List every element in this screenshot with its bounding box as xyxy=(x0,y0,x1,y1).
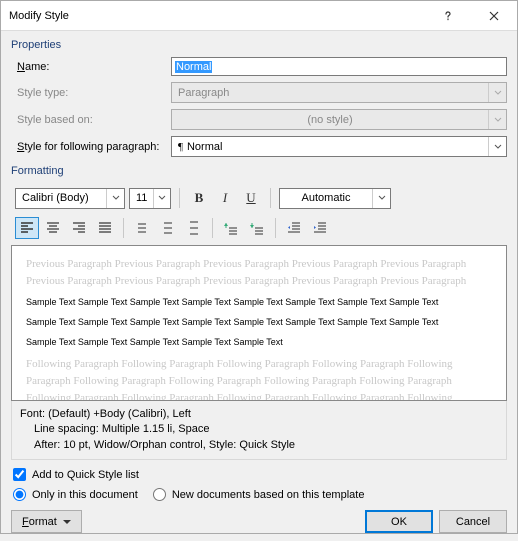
style-type-combo: Paragraph xyxy=(171,82,507,103)
style-description: Font: (Default) +Body (Calibri), Left Li… xyxy=(11,401,507,460)
name-input[interactable]: Normal xyxy=(171,57,507,76)
bold-button[interactable]: B xyxy=(188,187,210,209)
align-right-button[interactable] xyxy=(67,217,91,239)
following-label: Style for following paragraph: xyxy=(11,141,171,153)
line-spacing-15-button[interactable] xyxy=(156,217,180,239)
align-justify-button[interactable] xyxy=(93,217,117,239)
chevron-down-icon[interactable] xyxy=(153,189,170,208)
sample-line: Sample Text Sample Text Sample Text Samp… xyxy=(26,296,492,310)
space-before-inc-button[interactable] xyxy=(219,217,243,239)
indent-decrease-button[interactable] xyxy=(282,217,306,239)
add-quick-style-checkbox[interactable]: Add to Quick Style list xyxy=(13,468,139,481)
based-on-label: Style based on: xyxy=(11,114,171,126)
line-spacing-2-button[interactable] xyxy=(182,217,206,239)
ghost-prev: Previous Paragraph Previous Paragraph Pr… xyxy=(26,256,492,290)
pilcrow-icon: ¶ xyxy=(178,141,183,153)
name-label: Name: xyxy=(11,61,171,73)
format-button[interactable]: Format xyxy=(11,510,82,533)
ok-button[interactable]: OK xyxy=(365,510,433,533)
sample-line: Sample Text Sample Text Sample Text Samp… xyxy=(26,316,492,330)
underline-button[interactable]: U xyxy=(240,187,262,209)
indent-increase-button[interactable] xyxy=(308,217,332,239)
titlebar: Modify Style xyxy=(1,1,517,31)
style-type-label: Style type: xyxy=(11,87,171,99)
cancel-button[interactable]: Cancel xyxy=(439,510,507,533)
color-combo[interactable]: Automatic xyxy=(279,188,391,209)
italic-button[interactable]: I xyxy=(214,187,236,209)
window-title: Modify Style xyxy=(9,10,425,22)
new-docs-radio[interactable]: New documents based on this template xyxy=(153,488,365,501)
line-spacing-1-button[interactable] xyxy=(130,217,154,239)
font-combo[interactable]: Calibri (Body) xyxy=(15,188,125,209)
formatting-group-label: Formatting xyxy=(11,165,507,177)
chevron-down-icon xyxy=(488,83,506,102)
new-docs-input[interactable] xyxy=(153,488,166,501)
preview-pane: Previous Paragraph Previous Paragraph Pr… xyxy=(11,245,507,401)
triangle-down-icon xyxy=(63,520,71,524)
following-combo[interactable]: ¶Normal xyxy=(171,136,507,157)
help-button[interactable] xyxy=(425,1,471,31)
space-before-dec-button[interactable] xyxy=(245,217,269,239)
chevron-down-icon[interactable] xyxy=(106,189,124,208)
align-center-button[interactable] xyxy=(41,217,65,239)
sample-line: Sample Text Sample Text Sample Text Samp… xyxy=(26,336,492,350)
only-this-doc-input[interactable] xyxy=(13,488,26,501)
modify-style-dialog: Modify Style Properties Name: Normal Sty… xyxy=(0,0,518,534)
only-this-doc-radio[interactable]: Only in this document xyxy=(13,488,138,501)
align-left-button[interactable] xyxy=(15,217,39,239)
chevron-down-icon[interactable] xyxy=(372,189,390,208)
add-quick-style-input[interactable] xyxy=(13,468,26,481)
properties-group-label: Properties xyxy=(11,39,507,51)
size-combo[interactable]: 11 xyxy=(129,188,171,209)
based-on-combo: (no style) xyxy=(171,109,507,130)
close-button[interactable] xyxy=(471,1,517,31)
chevron-down-icon[interactable] xyxy=(488,137,506,156)
ghost-next: Following Paragraph Following Paragraph … xyxy=(26,356,492,401)
chevron-down-icon xyxy=(488,110,506,129)
